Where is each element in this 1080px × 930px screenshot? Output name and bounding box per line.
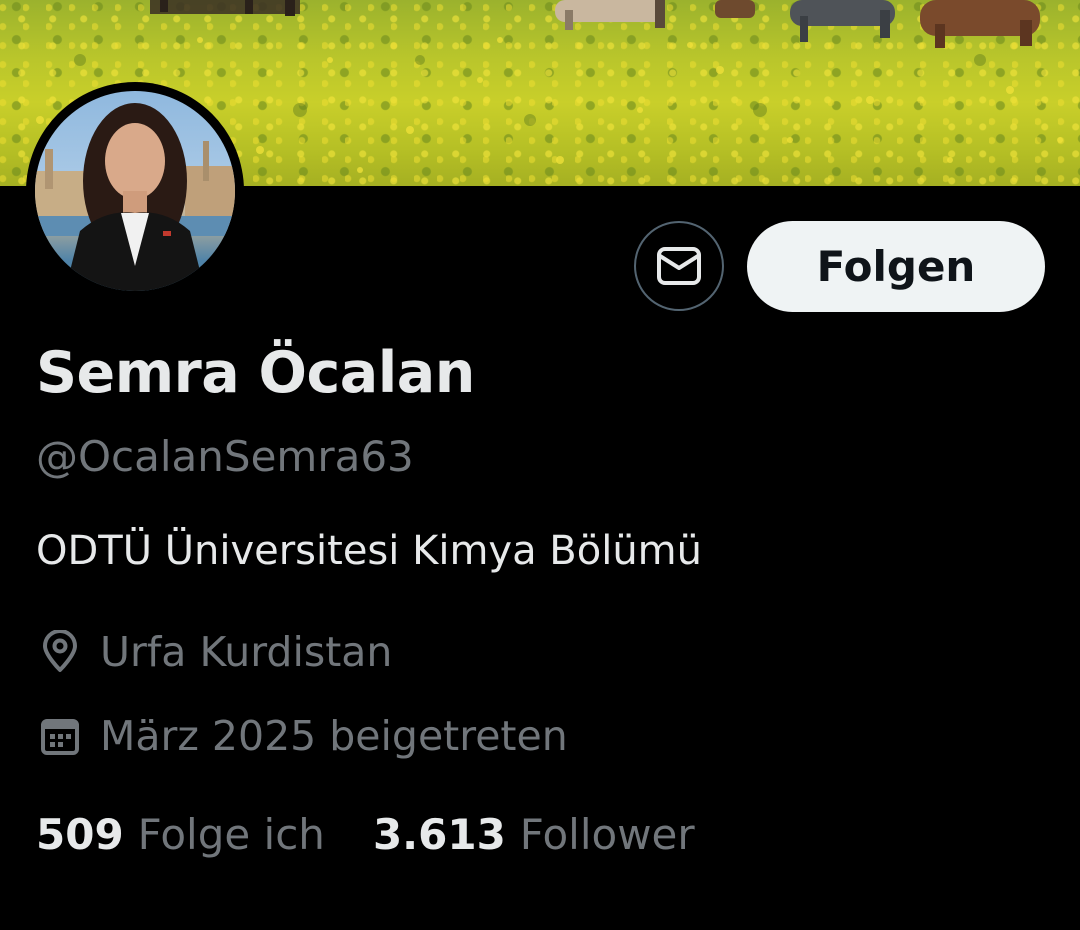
mail-icon	[656, 246, 702, 286]
follow-button-label: Folgen	[816, 242, 976, 291]
profile-stats: 509 Folge ich 3.613 Follower	[36, 810, 695, 859]
display-name: Semra Öcalan	[36, 340, 475, 406]
profile-joined-date: März 2025 beigetreten	[38, 712, 568, 760]
calendar-icon	[38, 714, 82, 758]
profile-location: Urfa Kurdistan	[38, 628, 392, 676]
followers-label: Follower	[519, 810, 695, 859]
joined-text: März 2025 beigetreten	[100, 712, 568, 760]
avatar[interactable]	[26, 82, 244, 300]
following-count: 509	[36, 810, 124, 859]
follow-button[interactable]: Folgen	[747, 221, 1045, 312]
message-button[interactable]	[634, 221, 724, 311]
followers-count: 3.613	[372, 810, 506, 859]
location-text: Urfa Kurdistan	[100, 628, 393, 676]
following-label: Folge ich	[137, 810, 325, 859]
profile-bio: ODTÜ Üniversitesi Kimya Bölümü	[36, 528, 702, 574]
followers-link[interactable]: 3.613 Follower	[373, 810, 695, 859]
avatar-photo	[35, 91, 235, 291]
user-handle: @OcalanSemra63	[36, 432, 414, 481]
following-link[interactable]: 509 Folge ich	[36, 810, 325, 859]
location-pin-icon	[38, 630, 82, 674]
